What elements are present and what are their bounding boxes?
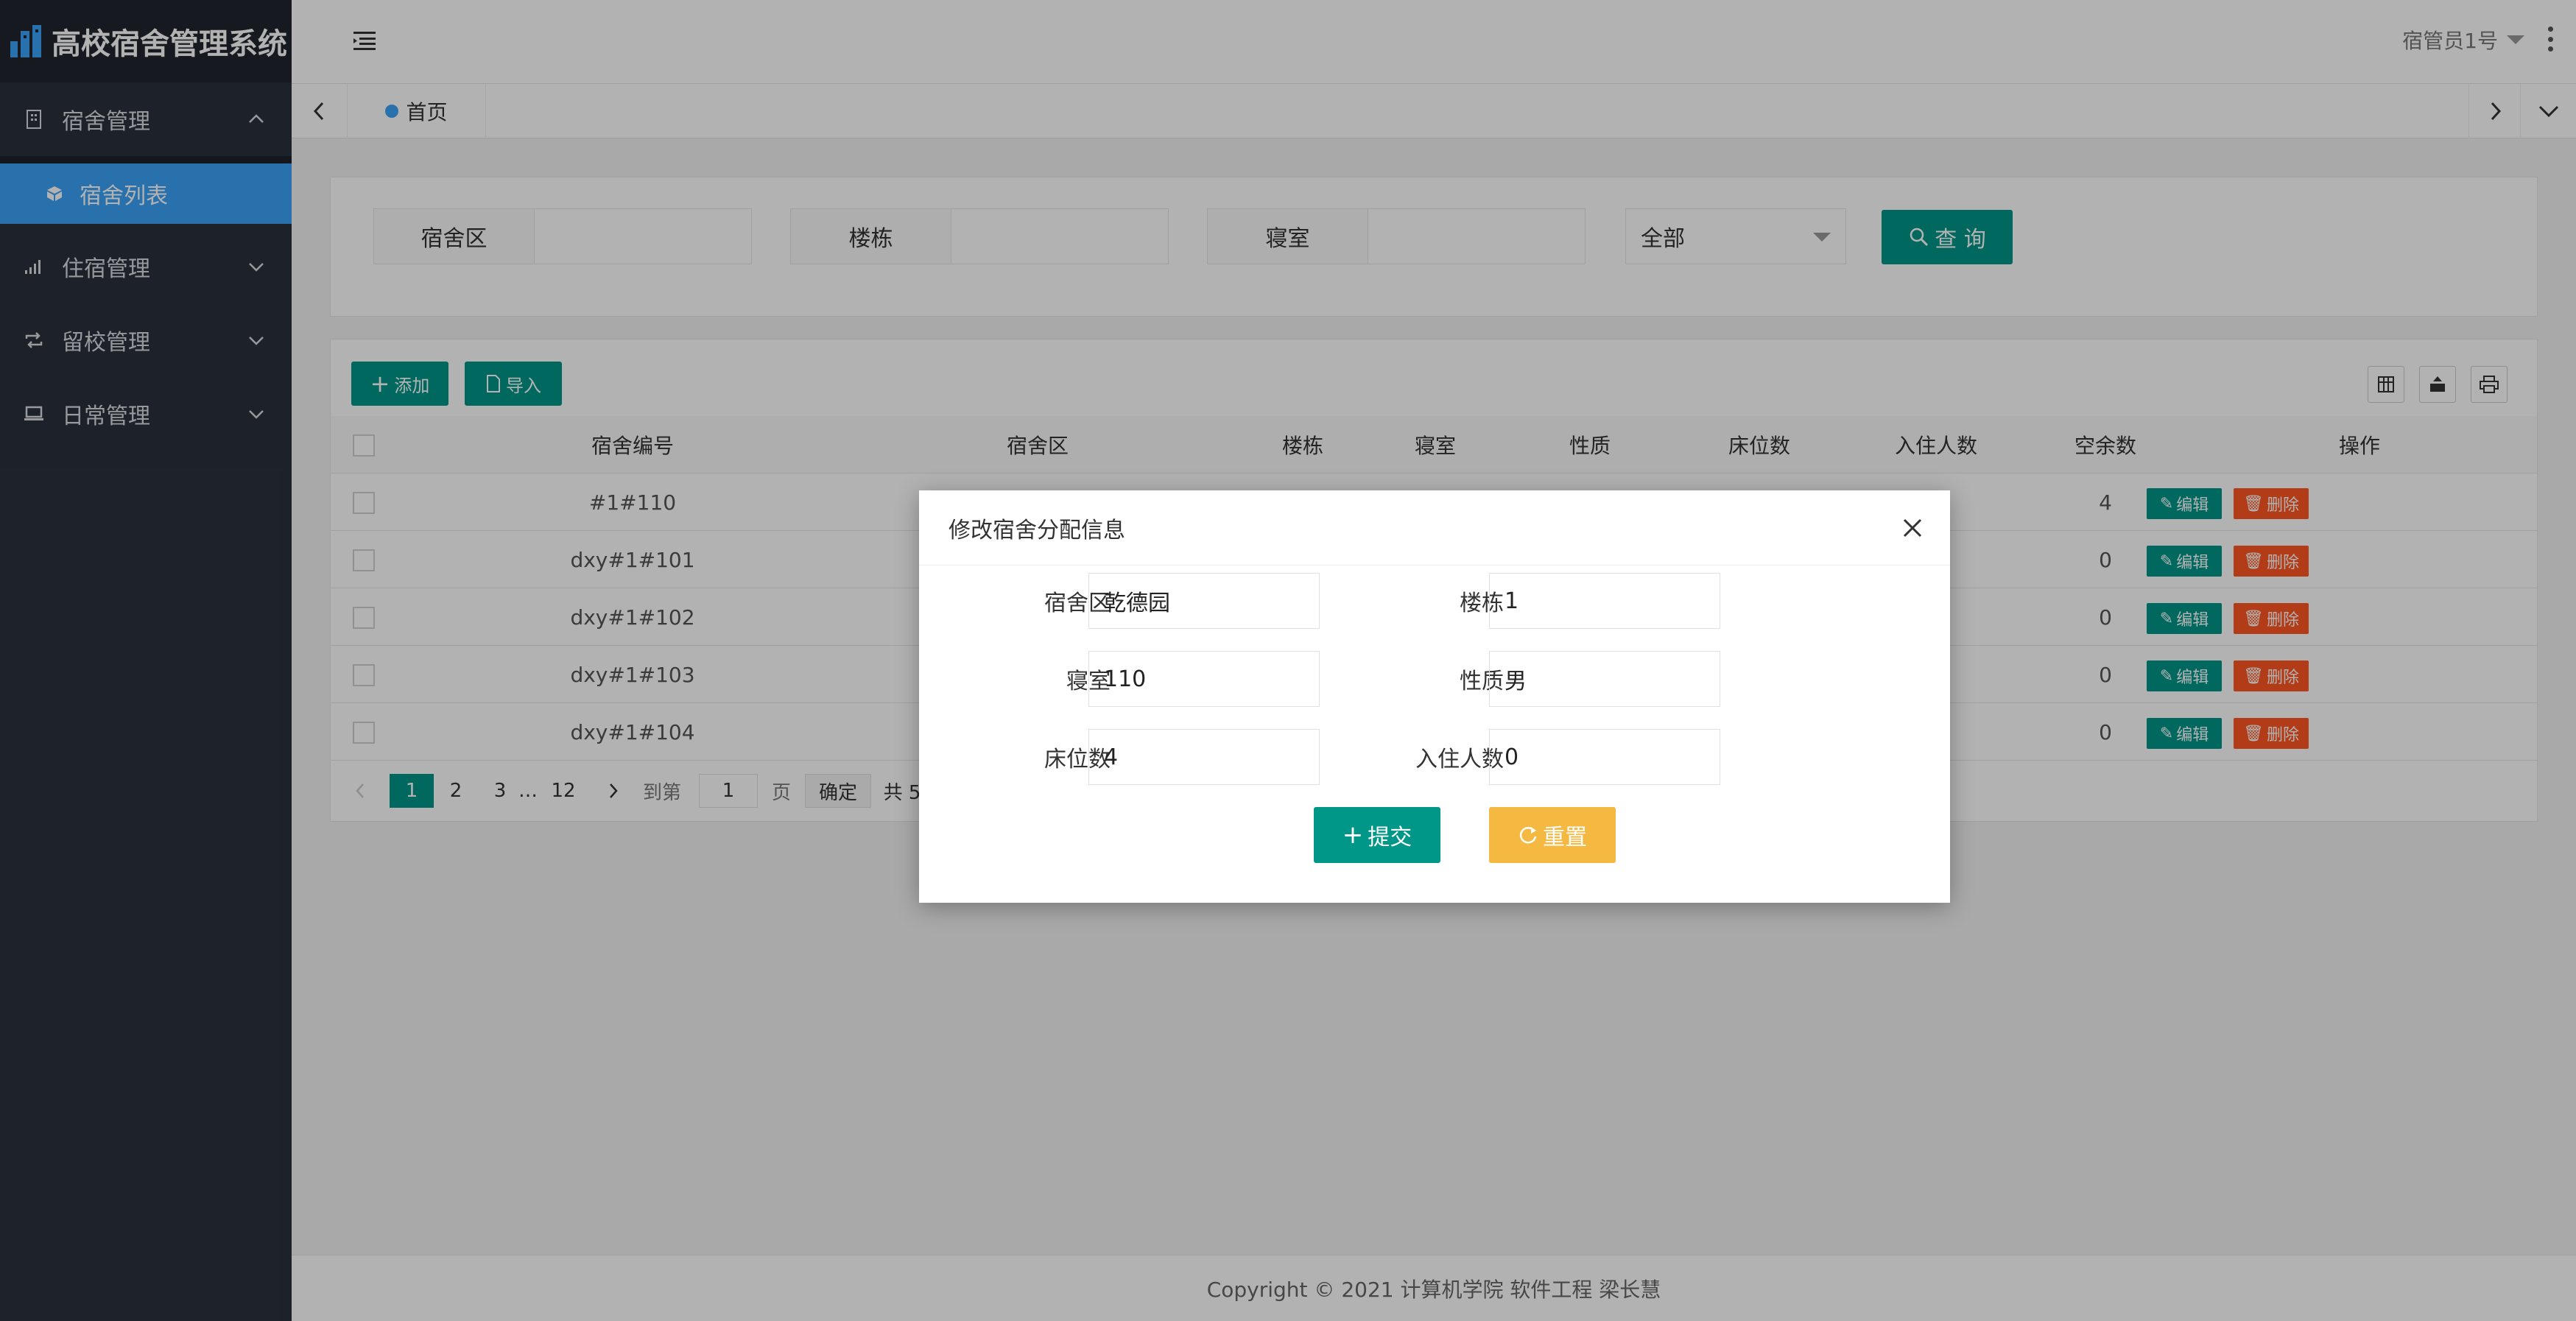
field-occupied-label: 入住人数 (1415, 747, 1504, 772)
submit-button[interactable]: + 提交 (1314, 807, 1440, 863)
edit-dorm-dialog: 修改宿舍分配信息 宿舍区 乾德园 楼栋 1 寝室 110 性质 男 床位数 4 … (919, 490, 1950, 903)
submit-button-label: 提交 (1368, 825, 1412, 850)
field-room-input[interactable]: 110 (1088, 651, 1320, 707)
field-building-input[interactable]: 1 (1489, 573, 1720, 629)
field-occupied-input[interactable]: 0 (1489, 729, 1720, 785)
refresh-icon (1519, 827, 1537, 844)
field-gender-label: 性质 (1460, 669, 1504, 694)
close-icon[interactable] (1900, 515, 1925, 540)
plus-icon: + (1342, 820, 1364, 850)
field-beds-input[interactable]: 4 (1088, 729, 1320, 785)
reset-button-label: 重置 (1543, 825, 1587, 850)
field-area-input[interactable]: 乾德园 (1088, 573, 1320, 629)
field-gender-input[interactable]: 男 (1489, 651, 1720, 707)
reset-button[interactable]: 重置 (1489, 807, 1616, 863)
field-building-label: 楼栋 (1460, 591, 1504, 616)
dialog-title: 修改宿舍分配信息 (919, 490, 1950, 566)
